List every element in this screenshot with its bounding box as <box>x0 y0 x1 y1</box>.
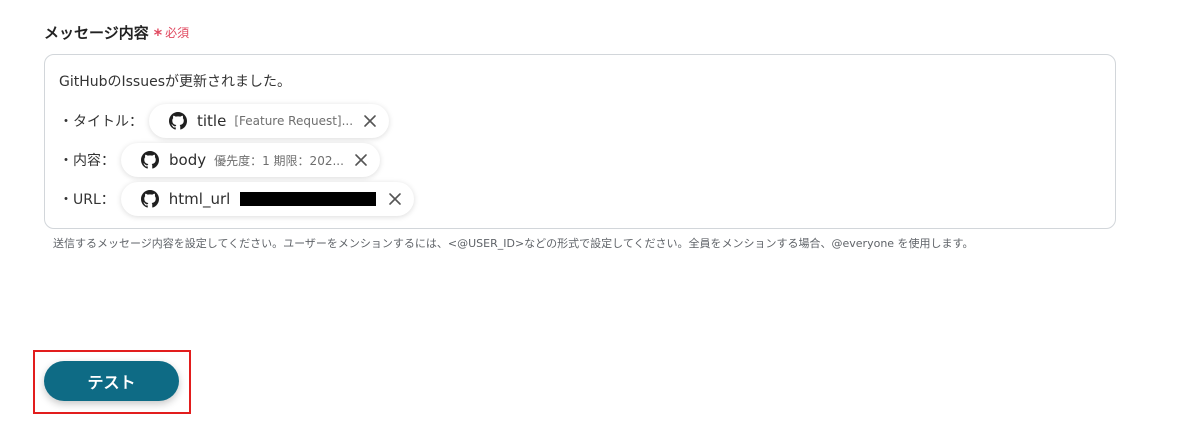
variable-chip-title[interactable]: title [Feature Request]... <box>149 104 390 138</box>
variable-chip-body[interactable]: body 優先度：1 期限：202... <box>121 143 380 177</box>
close-icon[interactable] <box>352 151 370 169</box>
variable-chip-html-url[interactable]: html_url <box>120 182 415 216</box>
field-label-text: メッセージ内容 <box>44 24 149 42</box>
close-icon[interactable] <box>386 190 404 208</box>
chip-name: body <box>169 151 207 169</box>
line-prefix: ・URL： <box>59 192 115 208</box>
github-icon <box>169 112 187 130</box>
chip-name: title <box>197 112 227 130</box>
chip-name: html_url <box>168 190 231 208</box>
message-field-label: メッセージ内容 * 必須 <box>44 22 190 44</box>
required-text: 必須 <box>165 26 190 40</box>
helper-text: 送信するメッセージ内容を設定してください。ユーザーをメンションするには、<@US… <box>53 237 974 250</box>
redacted-value <box>240 192 377 206</box>
github-icon <box>141 151 159 169</box>
message-line-title: ・タイトル： title [Feature Request]... <box>59 104 390 138</box>
intro-text: GitHubのIssuesが更新されました。 <box>59 74 292 90</box>
message-input[interactable]: GitHubのIssuesが更新されました。 ・タイトル： title [Fea… <box>44 54 1116 229</box>
message-line-body: ・内容： body 優先度：1 期限：202... <box>59 143 380 177</box>
github-icon <box>140 190 159 208</box>
chip-preview: 優先度：1 期限：202... <box>214 153 344 168</box>
message-line-url: ・URL： html_url <box>59 182 415 216</box>
line-prefix: ・内容： <box>59 153 115 169</box>
chip-preview: [Feature Request]... <box>234 114 354 128</box>
message-line-intro: GitHubのIssuesが更新されました。 <box>59 69 291 93</box>
test-button[interactable]: テスト <box>44 361 179 401</box>
line-prefix: ・タイトル： <box>59 114 143 130</box>
required-asterisk: * <box>153 25 163 44</box>
close-icon[interactable] <box>361 112 379 130</box>
